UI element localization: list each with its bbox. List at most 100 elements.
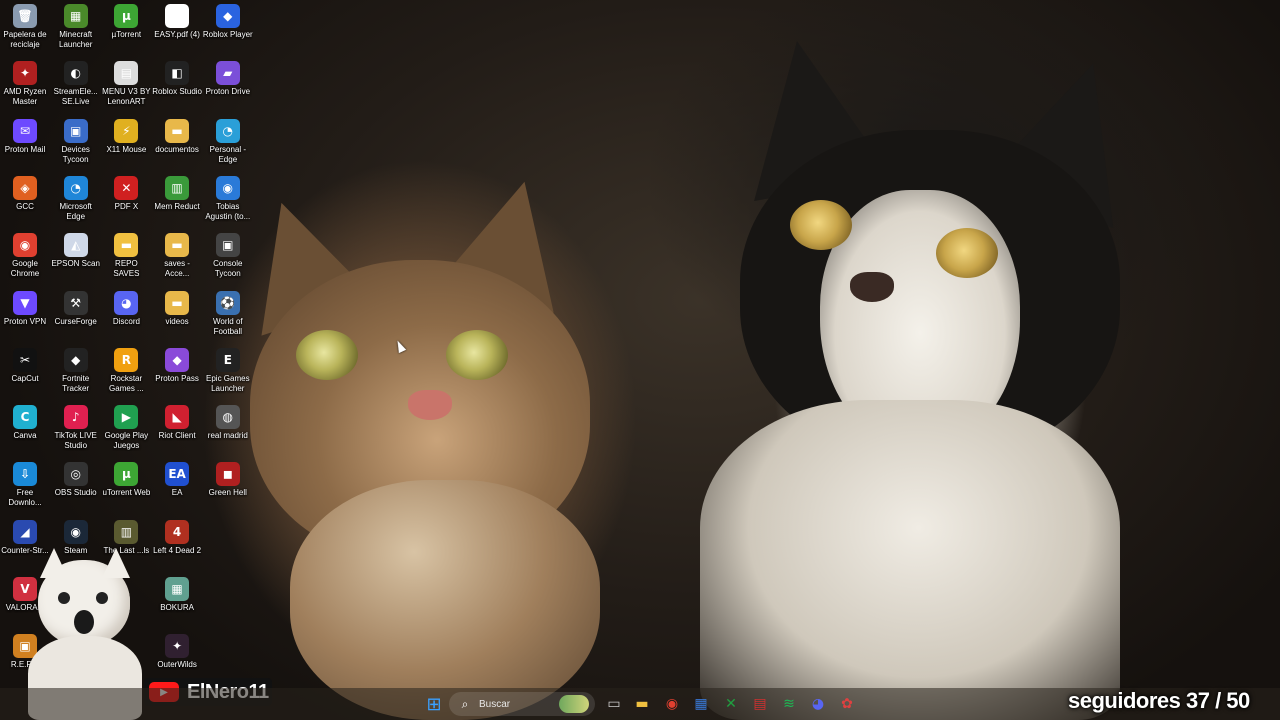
app-icon: ◐ [63, 61, 88, 86]
desktop-icon-label: World of Football [212, 316, 243, 336]
app-icon: µ [114, 462, 139, 487]
app-icon: ✦ [165, 634, 190, 659]
app-icon: 🗑 [13, 4, 37, 28]
desktop-icon-label: CurseForge [54, 316, 97, 326]
desktop-icon-label: Mem Reduct [154, 201, 200, 211]
app-icon: ⇩ [13, 462, 37, 487]
app-icon: ◣ [165, 405, 190, 430]
desktop-icon[interactable]: ◉ EASY.pdf (4) [152, 0, 202, 40]
app-icon: µ [114, 4, 139, 28]
desktop-icon[interactable]: ◣ Riot Client [152, 401, 202, 441]
desktop-icon[interactable]: ▤ MENU V3 BY LenonART [101, 57, 151, 107]
desktop-icon[interactable]: ✉ Proton Mail [0, 115, 50, 155]
desktop-icon-label: X11 Mouse [106, 144, 147, 154]
desktop-icon[interactable]: µ µTorrent [101, 0, 151, 40]
desktop-icon[interactable]: ◭ EPSON Scan [51, 229, 101, 269]
taskbar-ms-store-icon[interactable]: ▦ [690, 693, 712, 715]
taskbar-search[interactable]: ⌕ Buscar [449, 692, 595, 716]
desktop-icon[interactable]: R Rockstar Games ... [101, 344, 151, 394]
desktop-icon[interactable]: ◆ Fortnite Tracker [51, 344, 101, 394]
app-icon: ✉ [13, 118, 37, 143]
desktop-icon-label: Epic Games Launcher [206, 373, 250, 393]
desktop-icon[interactable]: 🗑 Papelera de reciclaje [0, 0, 50, 50]
desktop-icon-label: Free Downlo... [8, 488, 42, 508]
desktop-icon[interactable]: ✦ OuterWilds [152, 630, 202, 670]
desktop-icon-label: Rockstar Games ... [109, 373, 144, 393]
desktop-icon[interactable]: ◼ Green Hell [203, 458, 253, 498]
tuxedo-cat [700, 28, 1160, 720]
taskbar-recording-app-icon[interactable]: ▤ [749, 693, 771, 715]
desktop-icon-label: Devices Tycoon [61, 144, 90, 164]
desktop-icon-label: EA [171, 488, 183, 498]
desktop-icon[interactable]: ⚽ World of Football [203, 287, 253, 337]
app-icon: ◆ [165, 347, 190, 372]
taskbar-task-view-icon[interactable]: ▭ [603, 693, 625, 715]
desktop-icon-label: Proton VPN [3, 316, 47, 326]
desktop-icon-label: Proton Pass [155, 373, 199, 383]
app-icon: ◆ [215, 4, 240, 28]
desktop-icon[interactable]: ▣ Devices Tycoon [51, 115, 101, 165]
app-icon: ⚒ [63, 290, 88, 315]
desktop-icon[interactable]: ✦ AMD Ryzen Master [0, 57, 50, 107]
app-icon: ▼ [13, 290, 37, 315]
desktop-icon[interactable]: E Epic Games Launcher [203, 344, 253, 394]
desktop-icon-label: BOKURA [160, 603, 194, 612]
desktop-icon-label: Discord [112, 316, 140, 326]
desktop-icon[interactable]: ◎ OBS Studio [51, 458, 101, 498]
desktop-icon[interactable]: ▦ BOKURA [152, 573, 202, 613]
desktop-icon-label: Canva [13, 431, 37, 441]
desktop-icon[interactable]: ▬ documentos [152, 115, 202, 155]
desktop-icon[interactable]: ◧ Roblox Studio [152, 57, 202, 97]
app-icon: ◼ [215, 462, 240, 487]
desktop-icon[interactable]: ⚒ CurseForge [51, 287, 101, 327]
desktop-icon[interactable]: ◆ Proton Pass [152, 344, 202, 384]
app-icon: ◈ [13, 175, 37, 200]
app-icon: ▶ [114, 405, 139, 430]
desktop-icon-label: Roblox Player [202, 30, 253, 39]
desktop-icon-label: OuterWilds [157, 660, 197, 670]
app-icon: ▣ [63, 118, 88, 143]
taskbar-chrome-icon[interactable]: ◉ [661, 693, 683, 715]
desktop-icon[interactable]: ◕ Discord [101, 287, 151, 327]
desktop-icon[interactable]: ▥ Mem Reduct [152, 172, 202, 212]
desktop-icon[interactable]: ◔ Personal - Edge [203, 115, 253, 165]
desktop-icon[interactable]: ♪ TikTok LIVE Studio [51, 401, 101, 451]
desktop-icon[interactable]: µ uTorrent Web [101, 458, 151, 498]
desktop-icon[interactable]: ▼ Proton VPN [0, 287, 50, 327]
app-icon: ▣ [215, 233, 240, 258]
taskbar-windows-start-icon[interactable]: ⊞ [423, 693, 445, 715]
desktop-icon[interactable]: ◍ real madrid [203, 401, 253, 441]
desktop-icon-label: real madrid [207, 431, 248, 441]
desktop-icon[interactable]: ◈ GCC [0, 172, 50, 212]
desktop-icon[interactable]: ▣ Console Tycoon [203, 229, 253, 279]
desktop-icon[interactable]: ◉ Tobias Agustin (to... [203, 172, 253, 222]
desktop-icon[interactable]: ✂ CapCut [0, 344, 50, 384]
desktop-icon[interactable]: ▰ Proton Drive [203, 57, 253, 97]
desktop-icon[interactable]: 4 Left 4 Dead 2 [152, 516, 202, 556]
desktop-icon[interactable]: ◆ Roblox Player [203, 0, 253, 40]
taskbar-xbox-icon[interactable]: ✕ [720, 693, 742, 715]
desktop-icon[interactable]: ◉ Google Chrome [0, 229, 50, 279]
desktop-icon[interactable]: ▬ REPO SAVES [101, 229, 151, 279]
taskbar-discord-icon[interactable]: ◕ [807, 693, 829, 715]
desktop-icon[interactable]: ◔ Microsoft Edge [51, 172, 101, 222]
app-icon: ◕ [114, 290, 139, 315]
desktop-icon-label: AMD Ryzen Master [3, 87, 47, 107]
desktop-icon[interactable]: C Canva [0, 401, 50, 441]
desktop-icon[interactable]: ⇩ Free Downlo... [0, 458, 50, 508]
desktop-icon[interactable]: ⚡ X11 Mouse [101, 115, 151, 155]
taskbar-spotify-icon[interactable]: ≋ [778, 693, 800, 715]
app-icon: ✦ [13, 61, 37, 86]
followers-counter: seguidores 37 / 50 [1068, 688, 1250, 713]
desktop-icon-label: Papelera de reciclaje [3, 30, 47, 49]
app-icon: ▥ [165, 175, 190, 200]
desktop-icon[interactable]: ✕ PDF X [101, 172, 151, 212]
desktop-icon[interactable]: EA EA [152, 458, 202, 498]
taskbar-file-explorer-icon[interactable]: ▬ [631, 693, 653, 715]
desktop-icon[interactable]: ▬ saves - Acce... [152, 229, 202, 279]
desktop-icon[interactable]: ▬ videos [152, 287, 202, 327]
desktop-icon[interactable]: ◐ StreamEle... SE.Live [51, 57, 101, 107]
taskbar-settings-icon[interactable]: ✿ [836, 693, 858, 715]
desktop-icon[interactable]: ▶ Google Play Juegos [101, 401, 151, 451]
desktop-icon[interactable]: ▦ Minecraft Launcher [51, 0, 101, 50]
